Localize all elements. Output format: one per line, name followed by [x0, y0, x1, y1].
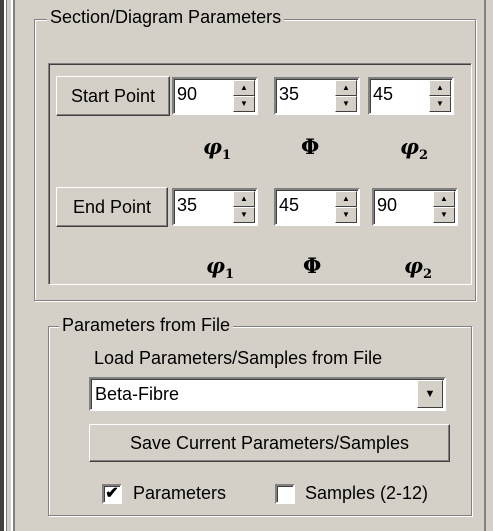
phi1-subscript: 1: [222, 148, 232, 164]
panel-right-edge: [484, 0, 493, 531]
parameters-checkbox[interactable]: ✔: [102, 484, 122, 504]
panel-edge-dark: [13, 0, 15, 531]
phi1-subscript: 1: [225, 267, 235, 283]
spin-up-icon[interactable]: ▲: [429, 80, 451, 96]
start-Phi-spinbox[interactable]: 35 ▲ ▼: [274, 77, 360, 115]
start-Phi-value[interactable]: 35: [279, 84, 299, 105]
spin-up-icon[interactable]: ▲: [335, 80, 357, 96]
end-point-button[interactable]: End Point: [56, 187, 168, 227]
file-select-value[interactable]: Beta-Fibre: [95, 384, 179, 405]
spin-up-icon[interactable]: ▲: [335, 191, 357, 207]
Phi-label: Φ: [301, 134, 320, 159]
spin-down-icon[interactable]: ▼: [433, 207, 455, 223]
start-phi1-spinbox[interactable]: 90 ▲ ▼: [172, 77, 258, 115]
start-phi2-spinbox[interactable]: 45 ▲ ▼: [368, 77, 454, 115]
section-diagram-title: Section/Diagram Parameters: [47, 6, 285, 28]
spin-up-icon[interactable]: ▲: [233, 80, 255, 96]
end-phi2-spinbox[interactable]: 90 ▲ ▼: [372, 188, 458, 226]
spin-up-icon[interactable]: ▲: [433, 191, 455, 207]
phi2-label: φ2: [400, 134, 428, 163]
samples-checkbox[interactable]: [275, 484, 295, 504]
end-phi2-value[interactable]: 90: [377, 195, 397, 216]
phi2-symbol: φ: [400, 134, 420, 159]
samples-checkbox-label[interactable]: Samples (2-12): [305, 483, 428, 504]
spin-down-icon[interactable]: ▼: [233, 96, 255, 112]
spin-down-icon[interactable]: ▼: [335, 96, 357, 112]
end-phi1-value[interactable]: 35: [177, 195, 197, 216]
end-phi1-spinbox[interactable]: 35 ▲ ▼: [172, 188, 258, 226]
end-Phi-spinbox[interactable]: 45 ▲ ▼: [274, 188, 360, 226]
phi2-subscript: 2: [419, 148, 429, 164]
phi2-label: φ2: [404, 253, 432, 282]
spin-down-icon[interactable]: ▼: [429, 96, 451, 112]
load-params-label: Load Parameters/Samples from File: [94, 348, 383, 368]
file-params-title: Parameters from File: [59, 314, 234, 336]
spin-down-icon[interactable]: ▼: [335, 207, 357, 223]
window-edge-shadow: [6, 0, 7, 531]
parameters-checkbox-label[interactable]: Parameters: [133, 483, 226, 504]
phi1-label: φ1: [203, 134, 231, 163]
phi1-label: φ1: [206, 253, 234, 282]
phi1-symbol: φ: [206, 253, 226, 278]
file-select-combobox[interactable]: Beta-Fibre ▼: [89, 377, 446, 411]
phi2-subscript: 2: [423, 267, 433, 283]
phi2-symbol: φ: [404, 253, 424, 278]
save-parameters-button[interactable]: Save Current Parameters/Samples: [89, 424, 450, 462]
phi1-symbol: φ: [203, 134, 223, 159]
start-phi2-value[interactable]: 45: [373, 84, 393, 105]
start-phi1-value[interactable]: 90: [177, 84, 197, 105]
end-Phi-value[interactable]: 45: [279, 195, 299, 216]
dropdown-arrow-icon[interactable]: ▼: [417, 380, 443, 408]
Phi-label: Φ: [303, 253, 322, 278]
spin-up-icon[interactable]: ▲: [233, 191, 255, 207]
spin-down-icon[interactable]: ▼: [233, 207, 255, 223]
start-point-button[interactable]: Start Point: [56, 76, 170, 116]
